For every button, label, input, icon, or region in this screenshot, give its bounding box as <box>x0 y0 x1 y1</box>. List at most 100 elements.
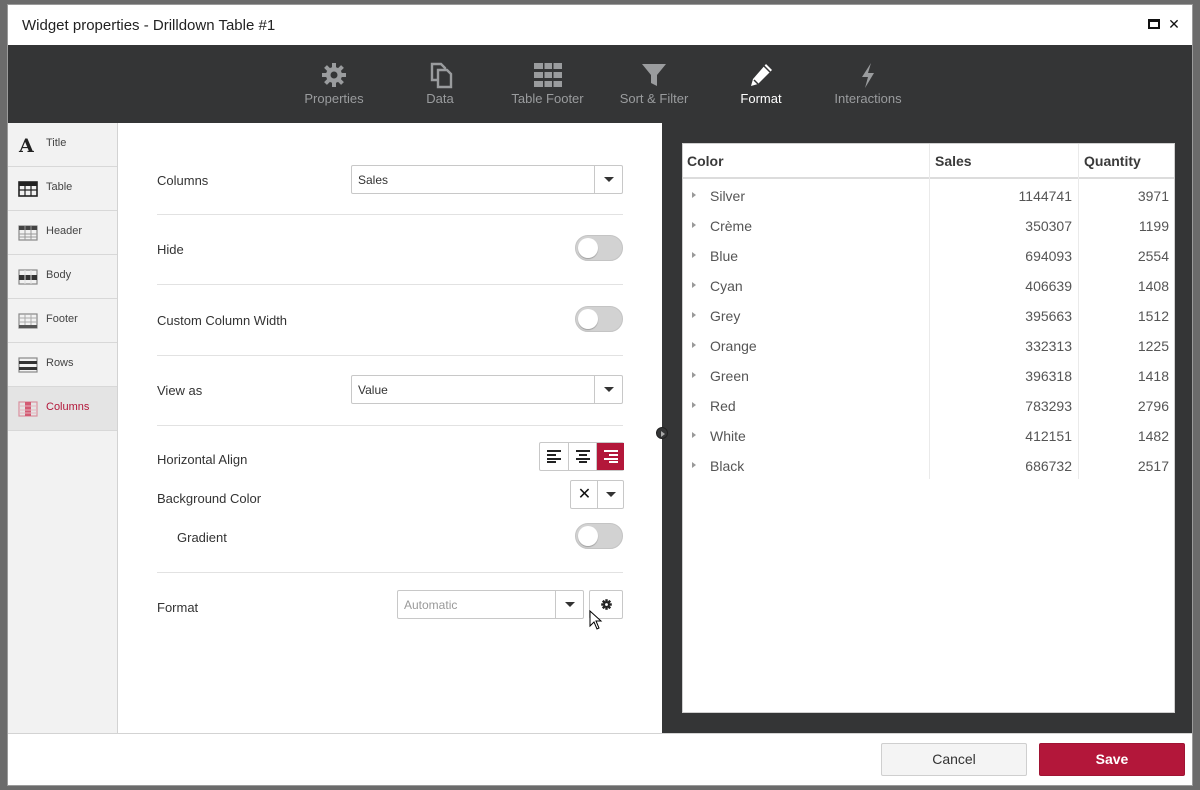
expand-arrow-icon[interactable] <box>692 432 696 438</box>
copy-icon <box>430 62 453 89</box>
column-header-quantity[interactable]: Quantity <box>1084 153 1141 169</box>
table-row[interactable]: Blue 694093 2554 <box>683 241 1174 271</box>
table-rows-icon <box>533 63 562 87</box>
tab-table-footer[interactable]: Table Footer <box>505 45 590 123</box>
cell-quantity: 1418 <box>1137 368 1169 384</box>
columns-select-value: Sales <box>358 173 389 187</box>
table-row[interactable]: Grey 395663 1512 <box>683 301 1174 331</box>
tab-table-footer-label: Table Footer <box>511 91 584 106</box>
align-right-icon <box>604 450 618 463</box>
bolt-icon <box>862 63 874 88</box>
expand-arrow-icon[interactable] <box>692 372 696 378</box>
cell-quantity: 1482 <box>1137 428 1169 444</box>
cell-color: Red <box>710 398 736 414</box>
sidebar-item-title[interactable]: A Title <box>8 123 117 167</box>
table-row[interactable]: Crème 350307 1199 <box>683 211 1174 241</box>
column-header-sales[interactable]: Sales <box>935 153 972 169</box>
align-right-button[interactable] <box>596 443 624 470</box>
cell-sales: 686732 <box>1025 458 1072 474</box>
sidebar-item-rows[interactable]: Rows <box>8 343 117 387</box>
table-row[interactable]: Black 686732 2517 <box>683 451 1174 481</box>
format-label: Format <box>157 600 199 615</box>
expand-arrow-icon[interactable] <box>692 252 696 258</box>
window-title: Widget properties - Drilldown Table #1 <box>22 17 276 34</box>
body-icon <box>18 269 38 285</box>
sidebar-item-label: Header <box>46 225 83 237</box>
tab-data[interactable]: Data <box>401 45 479 123</box>
expand-arrow-icon[interactable] <box>692 222 696 228</box>
cell-sales: 395663 <box>1025 308 1072 324</box>
close-icon[interactable]: ✕ <box>1166 16 1182 32</box>
cell-sales: 694093 <box>1025 248 1072 264</box>
cell-color: Black <box>710 458 745 474</box>
expand-arrow-icon[interactable] <box>692 312 696 318</box>
sidebar-item-header[interactable]: Header <box>8 211 117 255</box>
dialog-footer: Cancel Save <box>8 733 1192 785</box>
format-select-placeholder: Automatic <box>404 598 458 612</box>
table-row[interactable]: Green 396318 1418 <box>683 361 1174 391</box>
table-row[interactable]: Cyan 406639 1408 <box>683 271 1174 301</box>
tab-sort-filter-label: Sort & Filter <box>619 91 689 106</box>
gradient-toggle[interactable] <box>575 523 623 549</box>
hide-toggle[interactable] <box>575 235 623 261</box>
header-icon <box>18 225 38 241</box>
background-color-picker[interactable]: ✕ <box>570 480 624 509</box>
column-header-color[interactable]: Color <box>687 153 724 169</box>
horizontal-align-label: Horizontal Align <box>157 452 248 467</box>
cell-color: Silver <box>710 188 746 204</box>
cell-color: Cyan <box>710 278 743 294</box>
sidebar-item-body[interactable]: Body <box>8 255 117 299</box>
cell-quantity: 1225 <box>1137 338 1169 354</box>
cell-quantity: 2517 <box>1137 458 1169 474</box>
tab-interactions[interactable]: Interactions <box>827 45 909 123</box>
sidebar-item-label: Body <box>46 269 72 281</box>
align-left-button[interactable] <box>540 443 568 470</box>
table-row[interactable]: Red 783293 2796 <box>683 391 1174 421</box>
tab-properties-label: Properties <box>304 91 364 106</box>
top-toolbar: Properties Data Table Footer Sort & Filt… <box>8 45 1192 123</box>
chevron-down-icon <box>594 376 622 403</box>
cell-sales: 396318 <box>1025 368 1072 384</box>
sidebar-item-table[interactable]: Table <box>8 167 117 211</box>
cancel-button[interactable]: Cancel <box>881 743 1027 776</box>
gear-icon <box>322 63 346 87</box>
align-left-icon <box>547 450 561 463</box>
cell-color: Green <box>710 368 749 384</box>
divider <box>157 284 623 285</box>
title-letter-icon: A <box>18 136 34 154</box>
chevron-down-icon <box>594 166 622 193</box>
view-as-select[interactable]: Value <box>351 375 623 404</box>
sidebar-item-columns[interactable]: Columns <box>8 387 117 431</box>
tab-properties[interactable]: Properties <box>294 45 374 123</box>
tab-sort-filter[interactable]: Sort & Filter <box>612 45 696 123</box>
align-center-button[interactable] <box>568 443 596 470</box>
expand-arrow-icon[interactable] <box>692 342 696 348</box>
columns-select[interactable]: Sales <box>351 165 623 194</box>
cell-sales: 412151 <box>1025 428 1072 444</box>
footer-icon <box>18 313 38 329</box>
maximize-icon[interactable] <box>1146 16 1162 32</box>
tab-format-label: Format <box>740 91 782 106</box>
no-color-icon: ✕ <box>577 486 592 503</box>
table-row[interactable]: Orange 332313 1225 <box>683 331 1174 361</box>
expand-arrow-icon[interactable] <box>692 282 696 288</box>
expand-arrow-icon[interactable] <box>692 192 696 198</box>
custom-column-width-label: Custom Column Width <box>157 313 288 328</box>
sidebar-item-label: Columns <box>46 401 90 413</box>
table-row[interactable]: Silver 1144741 3971 <box>683 181 1174 211</box>
expand-arrow-icon[interactable] <box>692 462 696 468</box>
expand-arrow-icon[interactable] <box>692 402 696 408</box>
cell-color: Grey <box>710 308 741 324</box>
sidebar-item-footer[interactable]: Footer <box>8 299 117 343</box>
mouse-cursor-icon <box>589 610 603 630</box>
gradient-label: Gradient <box>177 530 227 545</box>
tab-format[interactable]: Format <box>725 45 797 123</box>
format-select[interactable]: Automatic <box>397 590 584 619</box>
background-color-label: Background Color <box>157 491 262 506</box>
cell-color: Blue <box>710 248 739 264</box>
panel-toggle-icon[interactable] <box>656 427 668 439</box>
save-button[interactable]: Save <box>1039 743 1185 776</box>
table-row[interactable]: White 412151 1482 <box>683 421 1174 451</box>
custom-column-width-toggle[interactable] <box>575 306 623 332</box>
format-sidebar: A Title Table Header Body Footer Rows Co… <box>8 123 118 733</box>
